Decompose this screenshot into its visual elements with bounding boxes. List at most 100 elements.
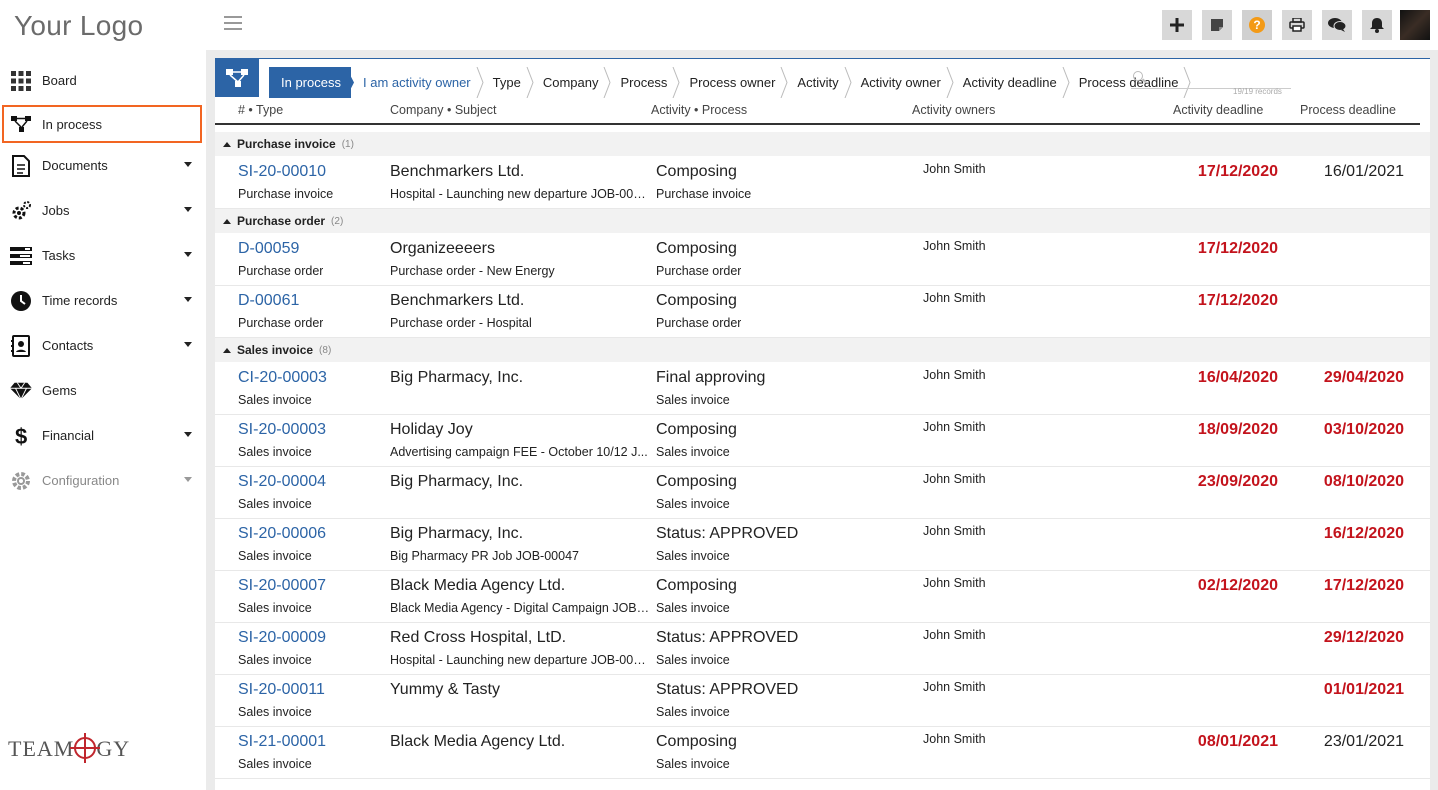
help-button[interactable]: ? bbox=[1242, 10, 1272, 40]
sidebar-item-tasks[interactable]: Tasks bbox=[0, 233, 206, 278]
col-num-type[interactable]: # • Type bbox=[238, 103, 283, 117]
document-number-link[interactable]: SI-20-00010 bbox=[238, 163, 326, 181]
chevron-down-icon[interactable] bbox=[184, 477, 192, 482]
company-name: Holiday Joy bbox=[390, 421, 473, 438]
in-process-panel: In process I am activity owner Type Company… bbox=[215, 58, 1430, 790]
sidebar-item-label: Gems bbox=[42, 383, 77, 398]
hamburger-menu-icon[interactable] bbox=[224, 16, 242, 30]
process: Sales invoice bbox=[656, 549, 730, 563]
sidebar-item-configuration[interactable]: Configuration bbox=[0, 458, 206, 503]
subject: Black Media Agency - Digital Campaign JO… bbox=[390, 601, 650, 615]
col-company-subject[interactable]: Company • Subject bbox=[390, 103, 497, 117]
breadcrumb-filter[interactable]: Process owner bbox=[677, 67, 788, 98]
document-type: Purchase order bbox=[238, 264, 324, 278]
activity-owner: John Smith bbox=[923, 628, 986, 642]
company-name: Organizeeeers bbox=[390, 240, 495, 257]
table-row[interactable]: SI-20-00004 Sales invoice Big Pharmacy, In… bbox=[215, 467, 1430, 519]
logo[interactable]: Your Logo bbox=[14, 10, 143, 42]
search-input[interactable] bbox=[1131, 69, 1291, 89]
notifications-button[interactable] bbox=[1362, 10, 1392, 40]
chevron-down-icon[interactable] bbox=[184, 432, 192, 437]
process-deadline: 29/12/2020 bbox=[1323, 629, 1404, 646]
activity-deadline: 23/09/2020 bbox=[1197, 473, 1278, 490]
avatar[interactable] bbox=[1400, 10, 1430, 40]
add-button[interactable] bbox=[1162, 10, 1192, 40]
col-activity-owners[interactable]: Activity owners bbox=[912, 103, 995, 117]
activity-deadline: 17/12/2020 bbox=[1197, 163, 1278, 180]
sidebar-item-in-process[interactable]: In process bbox=[2, 105, 202, 143]
table-row[interactable]: CI-20-00003 Sales invoice Big Pharmacy, In… bbox=[215, 363, 1430, 415]
breadcrumb-label: Type bbox=[492, 75, 521, 90]
document-number-link[interactable]: SI-20-00009 bbox=[238, 629, 326, 647]
document-number-link[interactable]: SI-20-00003 bbox=[238, 421, 326, 439]
col-activity-process[interactable]: Activity • Process bbox=[651, 103, 747, 117]
sidebar-item-jobs[interactable]: Jobs bbox=[0, 188, 206, 233]
activity-owner: John Smith bbox=[923, 680, 986, 694]
table-row[interactable]: SI-20-00009 Sales invoice Red Cross Hospit… bbox=[215, 623, 1430, 675]
breadcrumb-filter[interactable]: Type bbox=[481, 67, 534, 98]
activity: Status: APPROVED bbox=[656, 681, 799, 698]
breadcrumb-filter[interactable]: I am activity owner bbox=[351, 67, 484, 98]
document-number-link[interactable]: SI-21-00001 bbox=[238, 733, 326, 751]
document-type: Sales invoice bbox=[238, 653, 312, 667]
sidebar-item-gems[interactable]: Gems bbox=[0, 368, 206, 413]
document-number-link[interactable]: SI-20-00011 bbox=[238, 681, 325, 699]
group-header[interactable]: Purchase invoice (1) bbox=[215, 132, 1430, 157]
breadcrumb-filter[interactable]: Activity owner bbox=[849, 67, 954, 98]
chevron-down-icon[interactable] bbox=[184, 252, 192, 257]
col-activity-deadline[interactable]: Activity deadline bbox=[1173, 103, 1263, 117]
sidebar-item-financial[interactable]: $ Financial bbox=[0, 413, 206, 458]
document-number-link[interactable]: SI-20-00004 bbox=[238, 473, 326, 491]
sidebar-item-time-records[interactable]: Time records bbox=[0, 278, 206, 323]
table-row[interactable]: D-00059 Purchase order Organizeeeers Purcha… bbox=[215, 234, 1430, 286]
company-name: Big Pharmacy, Inc. bbox=[390, 525, 524, 542]
breadcrumb-filter[interactable]: In process bbox=[269, 67, 354, 98]
chevron-down-icon[interactable] bbox=[184, 207, 192, 212]
breadcrumb-filter[interactable]: Process bbox=[608, 67, 680, 98]
col-process-deadline[interactable]: Process deadline bbox=[1300, 103, 1396, 117]
breadcrumb-label: Activity deadline bbox=[962, 75, 1057, 90]
document-number-link[interactable]: SI-20-00006 bbox=[238, 525, 326, 543]
company-name: Big Pharmacy, Inc. bbox=[390, 369, 524, 386]
process: Sales invoice bbox=[656, 653, 730, 667]
breadcrumb-filter[interactable]: Activity deadline bbox=[951, 67, 1070, 98]
document-type: Purchase order bbox=[238, 316, 324, 330]
chevron-down-icon[interactable] bbox=[184, 342, 192, 347]
document-number-link[interactable]: D-00061 bbox=[238, 292, 299, 310]
table-row[interactable]: SI-20-00006 Sales invoice Big Pharmacy, In… bbox=[215, 519, 1430, 571]
table-row[interactable]: SI-20-00011 Sales invoice Yummy & Tasty Sta… bbox=[215, 675, 1430, 727]
table-row[interactable]: SI-21-00001 Sales invoice Black Media Agen… bbox=[215, 727, 1430, 779]
document-number-link[interactable]: CI-20-00003 bbox=[238, 369, 327, 387]
group-header[interactable]: Sales invoice (8) bbox=[215, 338, 1430, 363]
gear-icon bbox=[10, 470, 32, 492]
subject: Big Pharmacy PR Job JOB-00047 bbox=[390, 549, 579, 563]
chat-button[interactable] bbox=[1322, 10, 1352, 40]
document-type: Sales invoice bbox=[238, 497, 312, 511]
svg-text:$: $ bbox=[15, 424, 27, 448]
breadcrumb-filter[interactable]: Company bbox=[531, 67, 612, 98]
table-row[interactable]: SI-20-00010 Purchase invoice Benchmarkers … bbox=[215, 157, 1430, 209]
table-row[interactable]: SI-20-00007 Sales invoice Black Media Agen… bbox=[215, 571, 1430, 623]
activity: Composing bbox=[656, 577, 737, 594]
activity-owner: John Smith bbox=[923, 732, 986, 746]
print-button[interactable] bbox=[1282, 10, 1312, 40]
table-row[interactable]: SI-20-00003 Sales invoice Holiday Joy Adver… bbox=[215, 415, 1430, 467]
document-number-link[interactable]: SI-20-00007 bbox=[238, 577, 326, 595]
document-number-link[interactable]: D-00059 bbox=[238, 240, 299, 258]
group-header[interactable]: Purchase order (2) bbox=[215, 209, 1430, 234]
document-type: Sales invoice bbox=[238, 445, 312, 459]
document-type: Sales invoice bbox=[238, 549, 312, 563]
subject: Hospital - Launching new departure JOB-0… bbox=[390, 653, 650, 667]
breadcrumb-label: I am activity owner bbox=[362, 75, 471, 90]
activity-owner: John Smith bbox=[923, 239, 986, 253]
table-row[interactable]: D-00061 Purchase order Benchmarkers Ltd. Pu… bbox=[215, 286, 1430, 338]
chevron-down-icon[interactable] bbox=[184, 162, 192, 167]
activity-deadline: 08/01/2021 bbox=[1197, 733, 1278, 750]
chevron-down-icon[interactable] bbox=[184, 297, 192, 302]
sidebar-item-documents[interactable]: Documents bbox=[0, 143, 206, 188]
breadcrumb-filter[interactable]: Activity bbox=[785, 67, 852, 98]
note-button[interactable] bbox=[1202, 10, 1232, 40]
sidebar-item-board[interactable]: Board bbox=[0, 58, 206, 103]
process-deadline: 23/01/2021 bbox=[1323, 733, 1404, 750]
sidebar-item-contacts[interactable]: Contacts bbox=[0, 323, 206, 368]
